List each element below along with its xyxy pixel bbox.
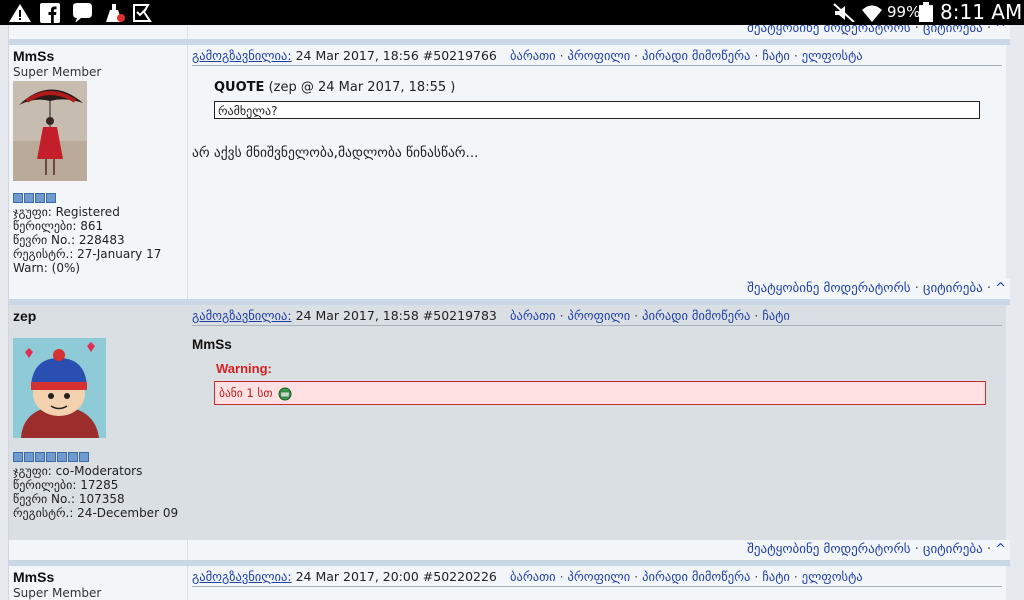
battery-percent: 99% xyxy=(887,3,921,21)
post-footer: შეატყობინე მოდერატორს · ციტირება · ^ xyxy=(8,540,1010,560)
footer-actions: შეატყობინე მოდერატორს · ციტირება · ^ xyxy=(187,279,1010,299)
battery-icon xyxy=(919,2,933,22)
post-date: 24 Mar 2017, 18:58 xyxy=(295,308,419,323)
author-panel: zep ჯგუფი: co-Moderators წერილები: 17285… xyxy=(9,305,193,540)
author-title: Super Member xyxy=(13,65,102,79)
footer-left xyxy=(9,279,187,299)
posted-label[interactable]: გამოგზავნილია: xyxy=(192,569,292,584)
card-link[interactable]: ბარათი xyxy=(510,569,556,584)
quote-box: რამხელა? xyxy=(214,101,980,119)
post-user-links: ბარათი · პროფილი · პირადი მიმოწერა · ჩატ… xyxy=(510,48,863,63)
clock: 8:11 AM xyxy=(940,0,1023,24)
post-content: გამოგზავნილია: 24 Mar 2017, 20:00 #50220… xyxy=(187,566,1006,600)
author-post-count: წერილები: 861 xyxy=(13,219,104,233)
author-title: Super Member xyxy=(13,586,102,600)
facebook-icon xyxy=(40,3,60,23)
forum-thread: შეატყობინე მოდერატორს · ციტირება · ^ MmS… xyxy=(8,25,1010,600)
private-message-link[interactable]: პირადი მიმოწერა xyxy=(642,569,750,584)
smiley-icon xyxy=(278,387,292,400)
card-link[interactable]: ბარათი xyxy=(510,48,556,63)
author-panel: MmSs Super Member ჯგუფი: Registered წერი… xyxy=(9,45,193,299)
scroll-top-link[interactable]: ^ xyxy=(995,281,1006,296)
post: MmSs Super Member ჯგუფი: Registered წერი… xyxy=(8,45,1010,299)
post-user-links: ბარათი · პროფილი · პირადი მიმოწერა · ჩატ… xyxy=(510,308,790,323)
wifi-icon xyxy=(862,5,882,22)
report-moderator-link[interactable]: შეატყობინე მოდერატორს xyxy=(747,25,910,36)
author-registered: რეგისტრ.: 27-January 17 xyxy=(13,247,162,261)
posted-label[interactable]: გამოგზავნილია: xyxy=(192,48,292,63)
rank-pips xyxy=(13,193,189,203)
post-id[interactable]: #50219766 xyxy=(423,48,497,63)
report-moderator-link[interactable]: შეატყობინე მოდერატორს xyxy=(747,281,910,296)
quote-header: QUOTE (zep @ 24 Mar 2017, 18:55 ) xyxy=(214,80,455,95)
author-member-no: წევრი No.: 107358 xyxy=(13,492,125,506)
post-id[interactable]: #50219783 xyxy=(423,308,497,323)
author-meta: ჯგუფი: co-Moderators წერილები: 17285 წევ… xyxy=(13,464,189,520)
profile-link[interactable]: პროფილი xyxy=(568,308,631,323)
email-link[interactable]: ელფოსტა xyxy=(802,569,863,584)
post-content: გამოგზავნილია: 24 Mar 2017, 18:58 #50219… xyxy=(187,305,1006,540)
post-header: გამოგზავნილია: 24 Mar 2017, 18:58 #50219… xyxy=(192,307,1002,326)
avatar[interactable] xyxy=(13,338,106,438)
author-group: ჯგუფი: co-Moderators xyxy=(13,464,143,478)
report-moderator-link[interactable]: შეატყობინე მოდერატორს xyxy=(747,542,910,557)
post-content: გამოგზავნილია: 24 Mar 2017, 18:56 #50219… xyxy=(187,45,1006,299)
rank-pips xyxy=(13,452,189,462)
warning-box: ბანი 1 სთ xyxy=(214,381,986,405)
author-member-no: წევრი No.: 228483 xyxy=(13,233,125,247)
chat-bubble-icon xyxy=(73,3,92,22)
footer-left xyxy=(9,540,187,560)
footer-left xyxy=(9,25,187,39)
author-group: ჯგუფი: Registered xyxy=(13,205,120,219)
warning-text: ბანი 1 სთ xyxy=(219,386,273,400)
chat-link[interactable]: ჩატი xyxy=(762,569,790,584)
author-warn: Warn: (0%) xyxy=(13,261,81,275)
post-header: გამოგზავნილია: 24 Mar 2017, 20:00 #50220… xyxy=(192,568,1002,587)
quote-link[interactable]: ციტირება xyxy=(923,542,983,557)
quote-label: QUOTE xyxy=(214,80,265,95)
profile-link[interactable]: პროფილი xyxy=(568,48,631,63)
footer-actions: შეატყობინე მოდერატორს · ციტირება · ^ xyxy=(187,540,1010,560)
quote-link[interactable]: ციტირება xyxy=(923,281,983,296)
author-post-count: წერილები: 17285 xyxy=(13,478,119,492)
post-body: არ აქვს მნიშვნელობა,მადლობა წინასწარ... xyxy=(192,145,479,161)
chat-link[interactable]: ჩატი xyxy=(762,308,790,323)
quote-link[interactable]: ციტირება xyxy=(923,25,983,36)
avatar[interactable] xyxy=(13,81,87,181)
posted-label[interactable]: გამოგზავნილია: xyxy=(192,308,292,323)
author-registered: რეგისტრ.: 24-December 09 xyxy=(13,506,179,520)
author-username[interactable]: zep xyxy=(13,308,189,324)
post-date: 24 Mar 2017, 18:56 xyxy=(295,48,419,63)
email-link[interactable]: ელფოსტა xyxy=(802,48,863,63)
post-user-links: ბარათი · პროფილი · პირადი მიმოწერა · ჩატ… xyxy=(510,569,863,584)
cleaner-icon xyxy=(106,4,125,22)
post: MmSs Super Member გამოგზავნილია: 24 Mar … xyxy=(8,566,1010,600)
chat-link[interactable]: ჩატი xyxy=(762,48,790,63)
warning-title: Warning: xyxy=(216,361,272,376)
post-footer-top: შეატყობინე მოდერატორს · ციტირება · ^ xyxy=(8,25,1010,39)
author-username[interactable]: MmSs xyxy=(13,48,189,64)
scroll-top-link[interactable]: ^ xyxy=(995,25,1006,36)
muted-icon xyxy=(833,3,855,22)
status-bar: 99% 8:11 AM xyxy=(0,0,1024,25)
card-link[interactable]: ბარათი xyxy=(510,308,556,323)
profile-link[interactable]: პროფილი xyxy=(568,569,631,584)
post-date: 24 Mar 2017, 20:00 xyxy=(295,569,419,584)
author-username[interactable]: MmSs xyxy=(13,569,189,585)
footer-actions: შეატყობინე მოდერატორს · ციტირება · ^ xyxy=(187,25,1010,39)
private-message-link[interactable]: პირადი მიმოწერა xyxy=(642,48,750,63)
post-id[interactable]: #50220226 xyxy=(423,569,497,584)
private-message-link[interactable]: პირადი მიმოწერა xyxy=(642,308,750,323)
checkmark-flag-icon xyxy=(133,4,152,22)
post-addressee: MmSs xyxy=(192,337,232,352)
post-header: გამოგზავნილია: 24 Mar 2017, 18:56 #50219… xyxy=(192,47,1002,66)
author-meta: ჯგუფი: Registered წერილები: 861 წევრი No… xyxy=(13,205,189,275)
quote-source: (zep @ 24 Mar 2017, 18:55 ) xyxy=(268,80,456,95)
author-panel: MmSs Super Member xyxy=(9,566,193,600)
warning-icon xyxy=(9,4,31,22)
post-footer: შეატყობინე მოდერატორს · ციტირება · ^ xyxy=(8,279,1010,299)
scroll-top-link[interactable]: ^ xyxy=(995,542,1006,557)
post: zep ჯგუფი: co-Moderators წერილები: 17285… xyxy=(8,305,1010,540)
